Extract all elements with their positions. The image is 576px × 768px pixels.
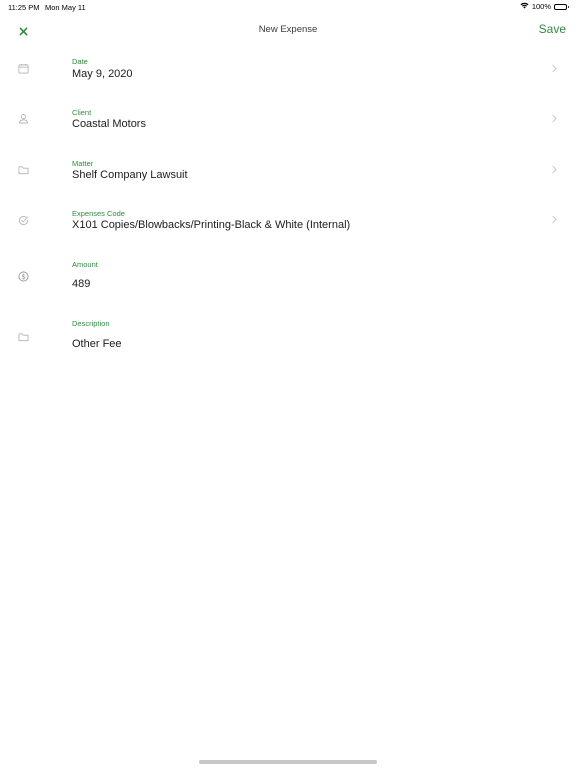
chevron-right-icon xyxy=(550,163,558,175)
expenses-code-value: X101 Copies/Blowbacks/Printing-Black & W… xyxy=(72,219,351,231)
client-value: Coastal Motors xyxy=(72,118,146,130)
person-icon xyxy=(16,111,30,125)
chevron-right-icon xyxy=(550,62,558,74)
matter-field-row[interactable]: Matter Shelf Company Lawsuit xyxy=(0,151,576,201)
wifi-icon xyxy=(520,2,529,11)
chevron-right-icon xyxy=(550,213,558,225)
date-field-row[interactable]: Date May 9, 2020 xyxy=(0,50,576,100)
folder-icon xyxy=(16,330,30,344)
status-time: 11:25 PM xyxy=(8,3,40,12)
battery-percent: 100% xyxy=(531,2,551,11)
date-value: May 9, 2020 xyxy=(72,68,133,80)
battery-icon xyxy=(554,3,569,10)
amount-input[interactable]: 489 xyxy=(72,278,90,290)
expenses-code-field-row[interactable]: Expenses Code X101 Copies/Blowbacks/Prin… xyxy=(0,201,576,252)
amount-label: Amount xyxy=(72,260,98,269)
amount-field-row[interactable]: $ Amount 489 xyxy=(0,252,576,311)
save-button[interactable]: Save xyxy=(539,22,566,36)
page-title: New Expense xyxy=(258,24,318,35)
checkmark-circle-icon xyxy=(16,213,30,227)
calendar-icon xyxy=(16,61,30,75)
description-field-row[interactable]: Description Other Fee xyxy=(0,311,576,371)
expenses-code-label: Expenses Code xyxy=(72,209,125,218)
dollar-circle-icon: $ xyxy=(16,269,30,283)
new-expense-screen: 11:25 PM Mon May 11 100% New Expense Sav… xyxy=(0,0,576,768)
status-bar: 11:25 PM Mon May 11 100% xyxy=(0,0,576,14)
status-indicators: 100% xyxy=(520,2,569,11)
matter-value: Shelf Company Lawsuit xyxy=(72,169,188,181)
chevron-right-icon xyxy=(550,112,558,124)
description-input[interactable]: Other Fee xyxy=(72,338,122,350)
client-label: Client xyxy=(72,108,92,117)
client-field-row[interactable]: Client Coastal Motors xyxy=(0,100,576,151)
date-label: Date xyxy=(72,57,88,66)
status-date: Mon May 11 xyxy=(45,3,86,12)
navigation-bar: New Expense Save xyxy=(0,16,576,46)
description-label: Description xyxy=(72,319,110,328)
expense-form: Date May 9, 2020 Client Coastal Motors M… xyxy=(0,50,576,371)
home-indicator[interactable] xyxy=(199,760,377,764)
matter-label: Matter xyxy=(72,159,94,168)
folder-icon xyxy=(16,163,30,177)
svg-text:$: $ xyxy=(21,272,25,280)
